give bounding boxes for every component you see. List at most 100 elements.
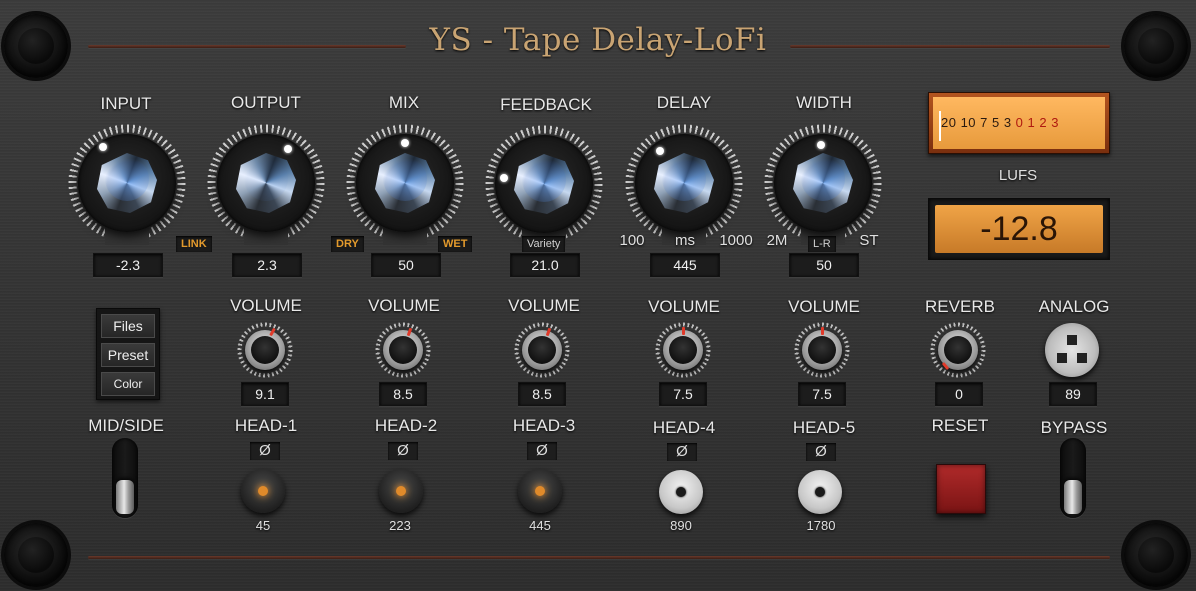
- delay-min-label: 100: [619, 232, 645, 249]
- screw-top-left: [4, 14, 68, 78]
- feedback-knob-glow: [522, 158, 566, 202]
- bypass-lever: [1064, 480, 1082, 514]
- input-knob[interactable]: [67, 123, 187, 245]
- lufs-display: -12.8: [928, 198, 1110, 260]
- feedback-label: FEEDBACK: [500, 95, 592, 114]
- volume-4-label: VOLUME: [648, 297, 720, 316]
- head-2-led: [396, 486, 406, 496]
- head-2-label: HEAD-2: [374, 416, 438, 435]
- output-knob[interactable]: [206, 123, 326, 245]
- vu-scale-black: 20 10 7 5 3: [941, 115, 1016, 130]
- volume-2-label: VOLUME: [368, 296, 440, 315]
- screw-bottom-right: [1124, 523, 1188, 587]
- volume-2-value[interactable]: 8.5: [379, 382, 427, 406]
- analog-value[interactable]: 89: [1049, 382, 1097, 406]
- vu-scale: 20 10 7 5 3 0 1 2 3: [941, 115, 1059, 130]
- preset-button[interactable]: Preset: [101, 343, 155, 367]
- delay-label: DELAY: [656, 93, 712, 112]
- reel-hole-3: [1077, 353, 1087, 363]
- volume-4-cap: [669, 336, 697, 364]
- head-4-button[interactable]: [659, 470, 703, 514]
- head-5-phase-button[interactable]: Ø: [806, 443, 836, 461]
- reverb-label: REVERB: [925, 297, 995, 316]
- vu-meter: 20 10 7 5 3 0 1 2 3: [928, 92, 1110, 154]
- vu-scale-red: 0 1 2 3: [1015, 115, 1059, 130]
- volume-4-knob[interactable]: [655, 322, 711, 378]
- delay-knob-glow: [662, 157, 706, 201]
- head-1-button[interactable]: [241, 469, 285, 513]
- color-button[interactable]: Color: [101, 372, 155, 396]
- feedback-knob-indicator: [500, 174, 508, 182]
- reverb-knob[interactable]: [930, 322, 986, 378]
- head-1-phase-button[interactable]: Ø: [250, 442, 280, 460]
- output-knob-indicator: [284, 145, 292, 153]
- volume-1-value[interactable]: 9.1: [241, 382, 289, 406]
- bypass-switch[interactable]: [1060, 438, 1086, 518]
- mid-side-switch[interactable]: [112, 438, 138, 518]
- mid-side-lever: [116, 480, 134, 514]
- width-lr-toggle[interactable]: L-R: [808, 236, 836, 252]
- output-knob-glow: [244, 157, 288, 201]
- volume-3-value[interactable]: 8.5: [518, 382, 566, 406]
- output-value[interactable]: 2.3: [232, 253, 302, 277]
- input-knob-glow: [105, 157, 149, 201]
- volume-4-value[interactable]: 7.5: [659, 382, 707, 406]
- reel-hole-1: [1067, 335, 1077, 345]
- analog-label: ANALOG: [1038, 297, 1110, 316]
- reset-label: RESET: [931, 416, 989, 435]
- volume-5-value[interactable]: 7.5: [798, 382, 846, 406]
- mix-knob[interactable]: [345, 123, 465, 245]
- feedback-knob[interactable]: [484, 124, 604, 246]
- feedback-value[interactable]: 21.0: [510, 253, 580, 277]
- head-5-button[interactable]: [798, 470, 842, 514]
- link-toggle[interactable]: LINK: [176, 236, 212, 252]
- width-value[interactable]: 50: [789, 253, 859, 277]
- reel-hole-2: [1057, 353, 1067, 363]
- volume-5-tick: [821, 327, 824, 335]
- head-1-led: [258, 486, 268, 496]
- reverb-value[interactable]: 0: [935, 382, 983, 406]
- head-4-time: 890: [670, 518, 692, 533]
- width-label: WIDTH: [796, 93, 852, 112]
- head-4-label: HEAD-4: [652, 418, 716, 437]
- delay-knob[interactable]: [624, 123, 744, 245]
- width-knob[interactable]: [763, 123, 883, 245]
- volume-1-label: VOLUME: [230, 296, 302, 315]
- lufs-value: -12.8: [935, 205, 1103, 253]
- variety-toggle[interactable]: Variety: [522, 236, 566, 252]
- head-3-phase-button[interactable]: Ø: [527, 442, 557, 460]
- delay-value[interactable]: 445: [650, 253, 720, 277]
- delay-knob-indicator: [656, 147, 664, 155]
- volume-3-cap: [528, 336, 556, 364]
- files-button[interactable]: Files: [101, 314, 155, 338]
- mix-value[interactable]: 50: [371, 253, 441, 277]
- width-knob-indicator: [817, 141, 825, 149]
- input-label: INPUT: [100, 94, 152, 113]
- input-value[interactable]: -2.3: [93, 253, 163, 277]
- volume-2-knob[interactable]: [375, 322, 431, 378]
- screw-bottom-left: [4, 523, 68, 587]
- output-label: OUTPUT: [231, 93, 301, 112]
- head-2-button[interactable]: [379, 469, 423, 513]
- width-knob-glow: [801, 157, 845, 201]
- reset-button[interactable]: [936, 464, 986, 514]
- volume-3-knob[interactable]: [514, 322, 570, 378]
- head-5-led: [815, 487, 825, 497]
- preset-menu: Files Preset Color: [96, 308, 160, 400]
- head-1-label: HEAD-1: [234, 416, 298, 435]
- reverb-cap: [944, 336, 972, 364]
- volume-1-knob[interactable]: [237, 322, 293, 378]
- head-4-led: [676, 487, 686, 497]
- head-4-phase-button[interactable]: Ø: [667, 443, 697, 461]
- mix-knob-glow: [383, 157, 427, 201]
- head-3-button[interactable]: [518, 469, 562, 513]
- volume-5-knob[interactable]: [794, 322, 850, 378]
- volume-5-cap: [808, 336, 836, 364]
- volume-4-tick: [682, 327, 685, 335]
- head-2-phase-button[interactable]: Ø: [388, 442, 418, 460]
- analog-reel-knob[interactable]: [1045, 323, 1099, 377]
- plugin-title: YS - Tape Delay-LoFi: [429, 22, 767, 58]
- volume-2-cap: [389, 336, 417, 364]
- delay-unit-label: ms: [675, 232, 695, 249]
- width-max-label: ST: [859, 232, 879, 249]
